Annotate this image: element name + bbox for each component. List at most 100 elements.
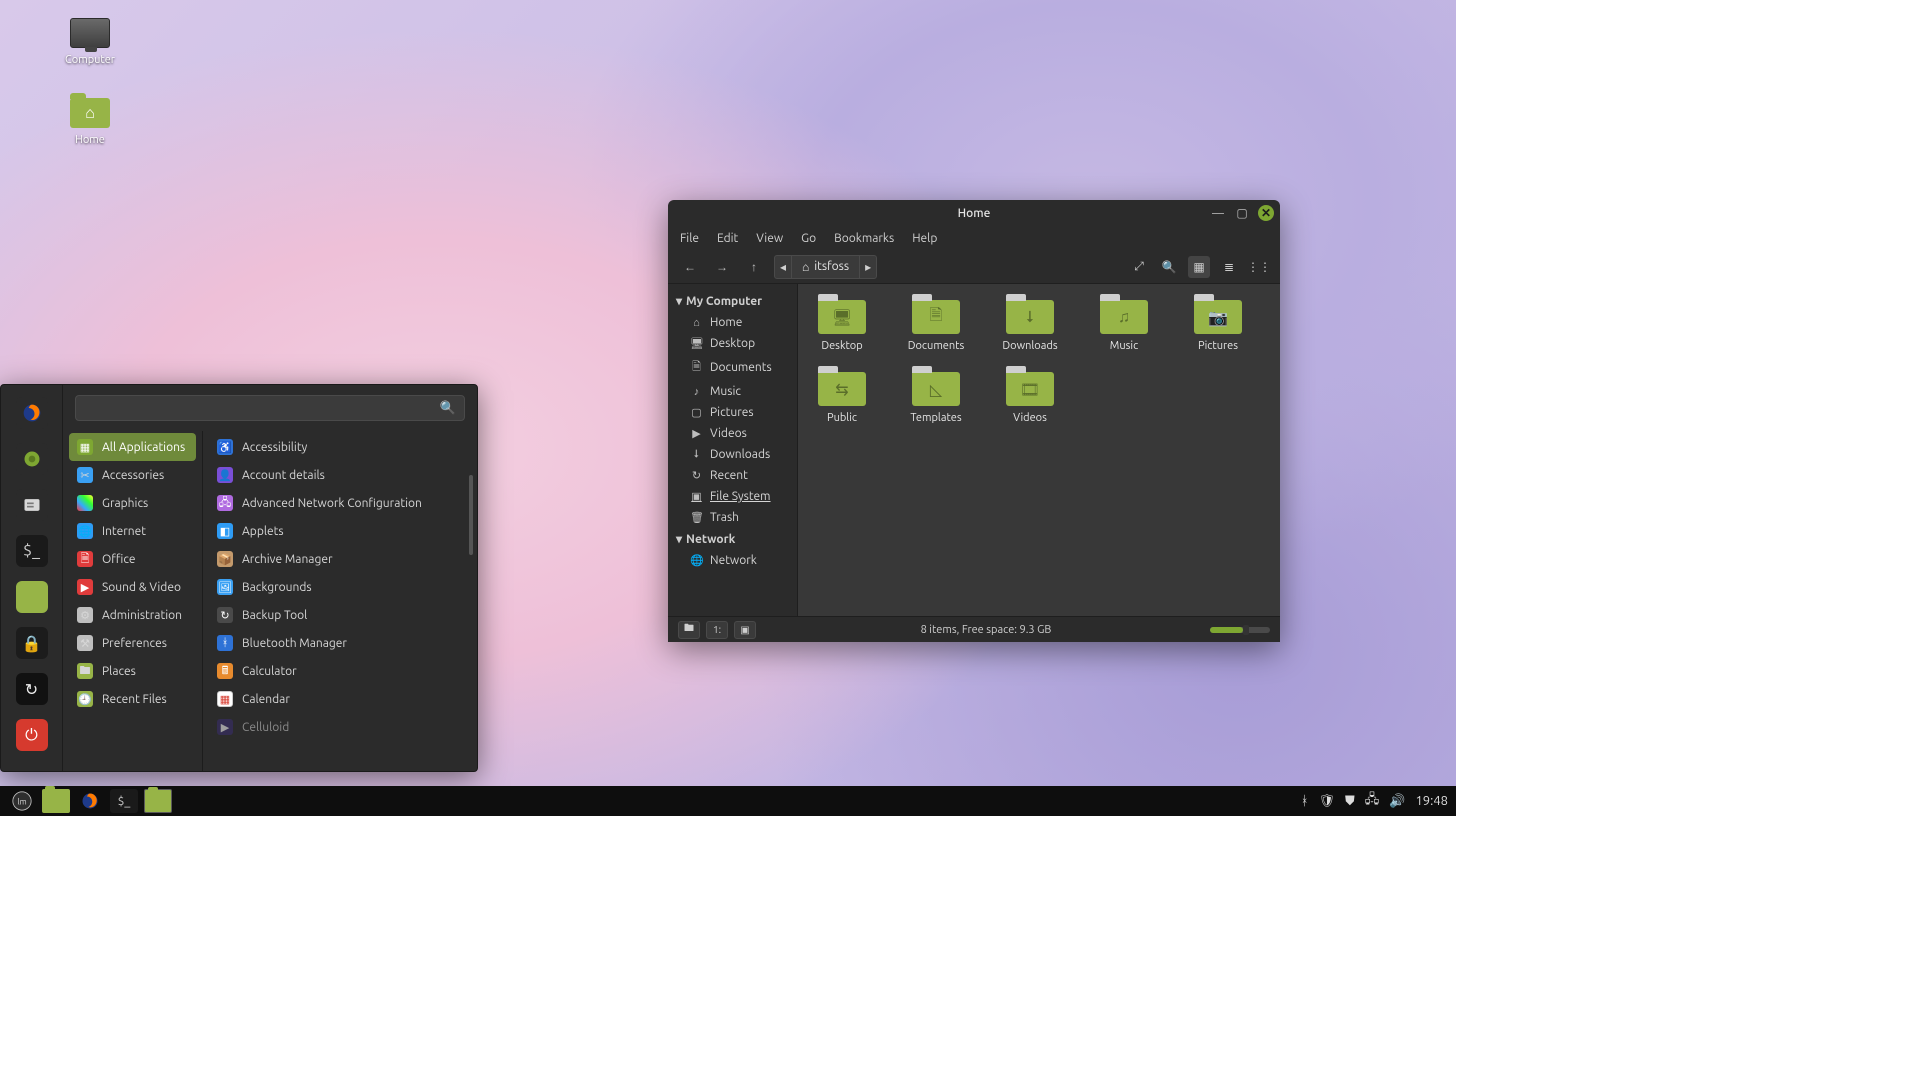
menu-file[interactable]: File	[680, 232, 699, 245]
tray-update-icon[interactable]: 🛡	[1319, 794, 1336, 809]
sidebar-item-recent[interactable]: ↻Recent	[668, 465, 797, 486]
fav-files[interactable]	[16, 581, 48, 613]
search-input[interactable]	[84, 402, 440, 415]
menu-help[interactable]: Help	[912, 232, 937, 245]
close-sidebar-button[interactable]: ▣	[734, 621, 756, 639]
category-internet[interactable]: 🌐Internet	[69, 517, 196, 545]
start-menu[interactable]: $_ 🔒 ↻ ⏻ 🔍 ▦All Applications ✂Accessorie…	[0, 384, 478, 772]
back-button[interactable]: ←	[678, 255, 702, 279]
start-button[interactable]: lm	[8, 789, 36, 813]
desktop-icon-label: Home	[46, 134, 134, 146]
app-calculator[interactable]: 🖩Calculator	[209, 657, 471, 685]
folder-templates[interactable]: ◺Templates	[904, 372, 968, 424]
show-places-button[interactable]: 🖿	[678, 621, 700, 639]
category-recent-files[interactable]: 🕘Recent Files	[69, 685, 196, 713]
folder-music[interactable]: ♫Music	[1092, 300, 1156, 352]
toggle-location-button[interactable]: ⤢	[1128, 256, 1150, 278]
path-bar: ◂ ⌂ itsfoss ▸	[774, 255, 877, 279]
app-backgrounds[interactable]: 🖼Backgrounds	[209, 573, 471, 601]
sidebar-header-network[interactable]: ▾Network	[668, 528, 797, 550]
folder-videos[interactable]: 🎞Videos	[998, 372, 1062, 424]
menu-edit[interactable]: Edit	[717, 232, 738, 245]
statusbar: 🖿 1: ▣ 8 items, Free space: 9.3 GB	[668, 616, 1280, 642]
folder-public[interactable]: ⇆Public	[810, 372, 874, 424]
category-places[interactable]: 🖿Places	[69, 657, 196, 685]
lock-button[interactable]: 🔒	[16, 627, 48, 659]
globe-icon: 🌐	[77, 523, 93, 539]
forward-button[interactable]: →	[710, 255, 734, 279]
menu-bookmarks[interactable]: Bookmarks	[834, 232, 894, 245]
category-graphics[interactable]: Graphics	[69, 489, 196, 517]
tray-bluetooth-icon[interactable]: ᚼ	[1301, 794, 1309, 808]
chevron-down-icon: ▾	[676, 532, 682, 546]
share-icon: ⇆	[818, 372, 866, 406]
scrollbar[interactable]	[469, 475, 473, 555]
fav-system-settings[interactable]	[16, 489, 48, 521]
fav-terminal[interactable]: $_	[16, 535, 48, 567]
app-bluetooth-manager[interactable]: ᚼBluetooth Manager	[209, 629, 471, 657]
power-button[interactable]: ⏻	[16, 719, 48, 751]
sidebar-item-trash[interactable]: 🗑Trash	[668, 507, 797, 528]
menu-view[interactable]: View	[756, 232, 783, 245]
tray-clock[interactable]: 19:48	[1415, 794, 1448, 808]
show-treeview-button[interactable]: 1:	[706, 621, 728, 639]
menu-go[interactable]: Go	[801, 232, 816, 245]
icon-view-button[interactable]: ▦	[1188, 256, 1210, 278]
category-preferences[interactable]: ⚒Preferences	[69, 629, 196, 657]
sidebar-item-videos[interactable]: ▶Videos	[668, 423, 797, 444]
category-office[interactable]: 🗎Office	[69, 545, 196, 573]
category-sound-video[interactable]: ▶Sound & Video	[69, 573, 196, 601]
sidebar-item-desktop[interactable]: 🖥Desktop	[668, 333, 797, 354]
search-bar[interactable]: 🔍	[75, 395, 465, 421]
close-button[interactable]: ✕	[1258, 205, 1274, 221]
desktop-icon-computer[interactable]: Computer	[46, 18, 134, 66]
minimize-button[interactable]: —	[1210, 205, 1226, 221]
sidebar-header-my-computer[interactable]: ▾My Computer	[668, 290, 797, 312]
search-button[interactable]: 🔍	[1158, 256, 1180, 278]
sidebar-item-downloads[interactable]: ⭣Downloads	[668, 444, 797, 465]
maximize-button[interactable]: ▢	[1234, 205, 1250, 221]
up-button[interactable]: ↑	[742, 255, 766, 279]
taskbar-firefox[interactable]	[76, 789, 104, 813]
logout-button[interactable]: ↻	[16, 673, 48, 705]
tray-volume-icon[interactable]: 🔊	[1389, 794, 1405, 809]
category-administration[interactable]: ⚙Administration	[69, 601, 196, 629]
taskbar-terminal[interactable]: $_	[110, 789, 138, 813]
category-all-applications[interactable]: ▦All Applications	[69, 433, 196, 461]
file-manager-window[interactable]: Home — ▢ ✕ File Edit View Go Bookmarks H…	[668, 200, 1280, 642]
fav-software-manager[interactable]	[16, 443, 48, 475]
sidebar-item-music[interactable]: ♪Music	[668, 381, 797, 402]
titlebar[interactable]: Home — ▢ ✕	[668, 200, 1280, 226]
sidebar-item-home[interactable]: ⌂Home	[668, 312, 797, 333]
folder-downloads[interactable]: ⭣Downloads	[998, 300, 1062, 352]
file-grid[interactable]: 🖥Desktop 🗎Documents ⭣Downloads ♫Music 📷P…	[798, 284, 1280, 616]
app-advanced-network[interactable]: 🖧Advanced Network Configuration	[209, 489, 471, 517]
fav-firefox[interactable]	[16, 397, 48, 429]
path-crumb-home[interactable]: ⌂ itsfoss	[792, 255, 859, 279]
taskbar-files[interactable]	[42, 789, 70, 813]
sidebar-item-pictures[interactable]: ▢Pictures	[668, 402, 797, 423]
folder-documents[interactable]: 🗎Documents	[904, 300, 968, 352]
zoom-slider[interactable]	[1210, 627, 1270, 633]
list-view-button[interactable]: ≣	[1218, 256, 1240, 278]
compact-view-button[interactable]: ⋮⋮	[1248, 256, 1270, 278]
path-next-button[interactable]: ▸	[859, 255, 877, 279]
app-backup-tool[interactable]: ↻Backup Tool	[209, 601, 471, 629]
app-celluloid[interactable]: ▶Celluloid	[209, 713, 471, 741]
app-account-details[interactable]: 👤Account details	[209, 461, 471, 489]
app-archive-manager[interactable]: 📦Archive Manager	[209, 545, 471, 573]
desktop-icon-home[interactable]: Home	[46, 98, 134, 146]
folder-desktop[interactable]: 🖥Desktop	[810, 300, 874, 352]
sidebar-item-file-system[interactable]: ▣File System	[668, 486, 797, 507]
app-calendar[interactable]: ▦Calendar	[209, 685, 471, 713]
tray-shield-icon[interactable]: ⛊	[1345, 794, 1355, 809]
path-prev-button[interactable]: ◂	[774, 255, 792, 279]
tray-network-icon[interactable]: 🖧	[1365, 790, 1380, 812]
sidebar-item-network[interactable]: 🌐Network	[668, 550, 797, 571]
category-accessories[interactable]: ✂Accessories	[69, 461, 196, 489]
app-accessibility[interactable]: ♿Accessibility	[209, 433, 471, 461]
taskbar-files-running[interactable]	[144, 789, 172, 813]
app-applets[interactable]: ◧Applets	[209, 517, 471, 545]
sidebar-item-documents[interactable]: 🗎Documents	[668, 354, 797, 381]
folder-pictures[interactable]: 📷Pictures	[1186, 300, 1250, 352]
